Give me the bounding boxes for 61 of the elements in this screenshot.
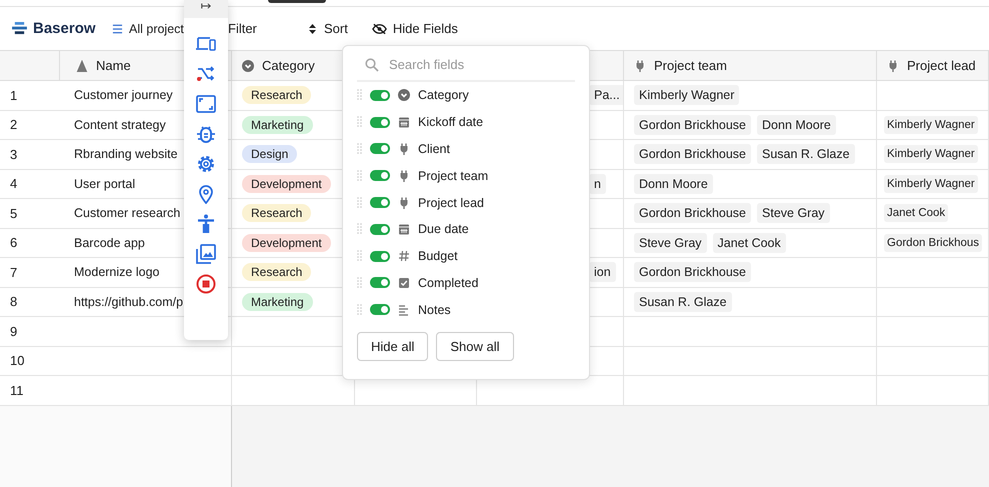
row-number: 5 [0,199,60,228]
category-tag: Research [242,263,312,282]
collapse-glyph[interactable]: ↦ [200,0,212,12]
column-title: Project lead [907,58,976,73]
person-chip: Steve Gray [634,232,707,253]
hide-all-button[interactable]: Hide all [357,332,428,362]
filter-button[interactable]: Filter [228,21,283,36]
person-chip: Steve Gray [757,203,830,224]
person-chip: Kimberly Wagner [634,85,740,106]
person-chip: Gordon Brickhouse [634,144,752,164]
row-number: 8 [0,288,60,317]
row-number: 9 [0,317,60,346]
row-number: 6 [0,228,60,258]
person-chip: Susan R. Glaze [634,292,732,312]
column-title: Category [262,58,315,73]
field-label: Notes [418,302,451,317]
cell-chip: n [589,174,606,194]
person-chip: Gordon Brickhouse [634,203,752,224]
person-chip: Donn Moore [757,114,836,135]
field-label: Budget [418,249,458,264]
view-selector[interactable]: All project [112,22,228,36]
field-label: Project team [418,168,488,183]
row-number: 4 [0,170,60,199]
row-number: 7 [0,258,60,288]
brand-name: Baserow [33,20,96,37]
person-chip: Janet Cook [712,232,786,253]
category-tag: Research [242,204,312,222]
person-chip: Susan R. Glaze [757,144,855,164]
field-label: Kickoff date [418,115,484,130]
row-number: 2 [0,110,60,140]
column-title: Name [96,58,131,73]
cell-chip: Pa... [589,85,623,106]
sort-button[interactable]: Sort [307,21,348,36]
person-chip: Gordon Brickhous [884,234,982,252]
field-label: Project lead [418,196,484,210]
row-number: 10 [0,346,60,376]
hide-fields-button[interactable]: Hide Fields [372,21,458,36]
category-tag: Marketing [242,292,313,311]
person-chip: Kimberly Wagner [884,145,978,164]
category-tag: Development [242,234,331,252]
column-header[interactable]: Project team [624,51,877,81]
row-number: 1 [0,81,60,110]
row-number: 3 [0,140,60,170]
field-label: Client [418,142,450,156]
column-title: Project team [654,58,727,73]
field-label: Category [418,88,469,102]
person-chip: Kimberly Wagner [884,116,978,134]
column-header[interactable]: Project lead [877,51,989,81]
category-tag: Research [242,86,312,104]
cell-chip: ion [589,262,616,282]
category-tag: Design [242,145,298,164]
person-chip: Gordon Brickhouse [634,114,752,135]
category-tag: Marketing [242,116,313,134]
field-label: Due date [418,222,469,236]
person-chip: Donn Moore [634,174,713,194]
show-all-button[interactable]: Show all [436,332,514,362]
category-tag: Development [242,174,331,193]
field-label: Completed [418,276,478,290]
person-chip: Kimberly Wagner [884,174,978,193]
person-chip: Janet Cook [884,204,948,222]
person-chip: Gordon Brickhouse [634,262,752,282]
